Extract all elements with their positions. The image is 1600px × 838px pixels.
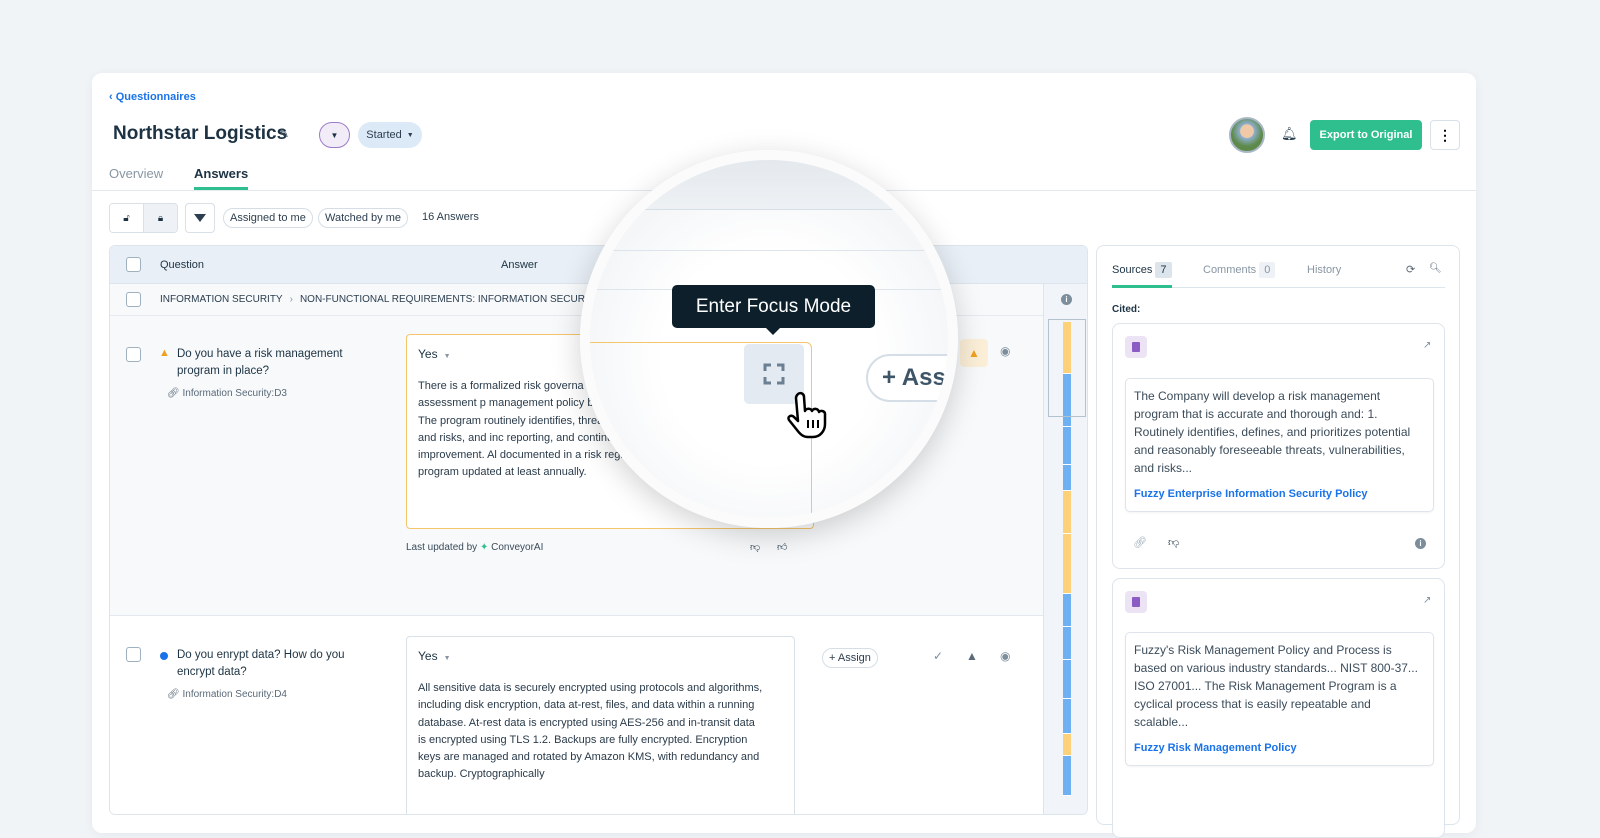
filter-button[interactable] xyxy=(185,203,215,233)
info-icon: i xyxy=(1061,294,1072,305)
minimap-segment-complete[interactable] xyxy=(1063,465,1071,491)
bell-icon[interactable]: 🔔︎ xyxy=(1281,126,1298,142)
flag-warning-button[interactable]: ▲ xyxy=(960,339,988,367)
answer-box[interactable]: Yes ▼ All sensitive data is securely encr… xyxy=(406,636,795,814)
more-options-button[interactable]: ⋮ xyxy=(1430,120,1460,150)
user-avatar[interactable] xyxy=(1229,117,1265,153)
refresh-icon[interactable]: ⟳ xyxy=(1406,263,1415,276)
source-excerpt: The Company will develop a risk manageme… xyxy=(1125,378,1434,512)
source-card: ↗ Fuzzy's Risk Management Policy and Pro… xyxy=(1112,578,1445,838)
minimap-segment-complete[interactable] xyxy=(1063,594,1071,627)
thumbs-down-icon[interactable]: 👎︎ xyxy=(1168,536,1179,549)
lock-icon[interactable]: 🔒︎ xyxy=(143,204,177,232)
flag-warning-icon[interactable]: ▲ xyxy=(966,649,978,663)
minimap-segment-complete[interactable] xyxy=(1063,756,1071,796)
assigned-to-me-chip[interactable]: Assigned to me xyxy=(223,208,313,228)
select-all-checkbox[interactable] xyxy=(126,257,141,272)
thumbs-down-icon[interactable]: 👎︎ xyxy=(750,541,760,553)
section-checkbox[interactable] xyxy=(126,292,141,307)
magnifier-overlay: UR Enter Focus Mode + Assign xyxy=(580,150,958,528)
minimap[interactable]: i xyxy=(1043,284,1087,814)
focus-mode-tooltip: Enter Focus Mode xyxy=(672,285,875,335)
link-icon[interactable]: 🔗︎ xyxy=(1133,536,1147,549)
tab-comments[interactable]: Comments 0 xyxy=(1203,262,1276,278)
row-checkbox[interactable] xyxy=(126,647,141,662)
source-excerpt: Fuzzy's Risk Management Policy and Proce… xyxy=(1125,632,1434,766)
search-icon[interactable]: 🔍︎ xyxy=(1429,263,1442,274)
section-fragment: UR xyxy=(582,309,593,316)
link-icon: 🔗︎ xyxy=(167,689,183,700)
back-to-questionnaires-link[interactable]: ‹ Questionnaires xyxy=(109,91,196,103)
watch-eye-icon[interactable]: ◉ xyxy=(1000,344,1010,358)
minimap-segment-warning[interactable] xyxy=(1063,491,1071,534)
expand-icon xyxy=(763,363,785,385)
source-link[interactable]: Fuzzy Enterprise Information Security Po… xyxy=(1134,485,1425,503)
last-updated: Last updated by ✦ ConveyorAI xyxy=(406,542,544,553)
section-breadcrumb: INFORMATION SECURITY › NON-FUNCTIONAL REQU… xyxy=(160,294,585,305)
hand-cursor-icon xyxy=(787,391,827,439)
answer-text: All sensitive data is securely encrypted… xyxy=(418,682,763,781)
minimap-segment-warning[interactable] xyxy=(1063,734,1071,756)
export-to-original-button[interactable]: Export to Original xyxy=(1310,120,1422,150)
check-icon[interactable]: ✓ xyxy=(933,649,943,663)
caret-down-icon: ▼ xyxy=(406,131,414,139)
answers-count: 16 Answers xyxy=(422,211,479,223)
minimap-segment-complete[interactable] xyxy=(1063,699,1071,734)
status-dot xyxy=(160,652,168,660)
question-ref-link[interactable]: 🔗︎ Information Security:D4 xyxy=(167,689,287,700)
status-dropdown[interactable]: Started ▼ xyxy=(358,122,422,148)
question-text: Do you have a risk management program in… xyxy=(177,348,343,377)
tag-dropdown[interactable]: ▼ xyxy=(319,122,350,148)
book-icon xyxy=(1125,336,1147,358)
lock-toggle: 🔓︎ 🔒︎ xyxy=(109,203,178,233)
tab-history[interactable]: History xyxy=(1307,264,1341,276)
column-question: Question xyxy=(160,259,205,271)
question-text: Do you enrypt data? How do you encrypt d… xyxy=(177,649,345,678)
minimap-segment-warning[interactable] xyxy=(1063,534,1071,594)
info-icon[interactable]: i xyxy=(1415,538,1426,549)
external-link-icon[interactable]: ↗ xyxy=(1423,340,1431,351)
sources-panel: Sources 7 Comments 0 History ⟳ 🔍︎ Cited:… xyxy=(1096,245,1460,838)
column-answer: Answer xyxy=(501,259,538,271)
cited-label: Cited: xyxy=(1112,304,1141,315)
page-title: Northstar Logistics xyxy=(113,123,288,144)
chevron-left-icon: ‹ xyxy=(109,91,116,103)
unlock-icon[interactable]: 🔓︎ xyxy=(110,204,143,232)
table-row: Do you enrypt data? How do you encrypt d… xyxy=(110,617,1043,814)
tab-answers[interactable]: Answers xyxy=(194,166,249,190)
source-card: ↗ The Company will develop a risk manage… xyxy=(1112,323,1445,569)
minimap-segment-complete[interactable] xyxy=(1063,627,1071,660)
warning-icon: ▲ xyxy=(159,347,170,359)
row-checkbox[interactable] xyxy=(126,347,141,362)
tab-sources[interactable]: Sources 7 xyxy=(1112,262,1172,288)
thumbs-up-icon[interactable]: 👍︎ xyxy=(777,541,787,553)
link-icon: 🔗︎ xyxy=(167,388,183,399)
filter-icon xyxy=(194,214,206,222)
question-ref-link[interactable]: 🔗︎ Information Security:D3 xyxy=(167,388,287,399)
source-link[interactable]: Fuzzy Risk Management Policy xyxy=(1134,739,1425,757)
minimap-viewport[interactable] xyxy=(1048,319,1086,417)
external-link-icon[interactable]: ↗ xyxy=(1423,595,1431,606)
answer-value-dropdown[interactable]: Yes ▼ xyxy=(418,649,783,663)
edit-title-icon[interactable]: ✎ xyxy=(279,127,289,141)
book-icon xyxy=(1125,591,1147,613)
watch-eye-icon[interactable]: ◉ xyxy=(1000,649,1010,663)
tab-overview[interactable]: Overview xyxy=(109,166,163,181)
sparkle-icon: ✦ xyxy=(479,542,489,553)
minimap-segment-complete[interactable] xyxy=(1063,660,1071,699)
assign-button[interactable]: + Assign xyxy=(822,648,878,668)
watched-by-me-chip[interactable]: Watched by me xyxy=(318,208,409,228)
minimap-segment-complete[interactable] xyxy=(1063,427,1071,465)
assign-button-zoomed: + Assign xyxy=(866,354,948,402)
